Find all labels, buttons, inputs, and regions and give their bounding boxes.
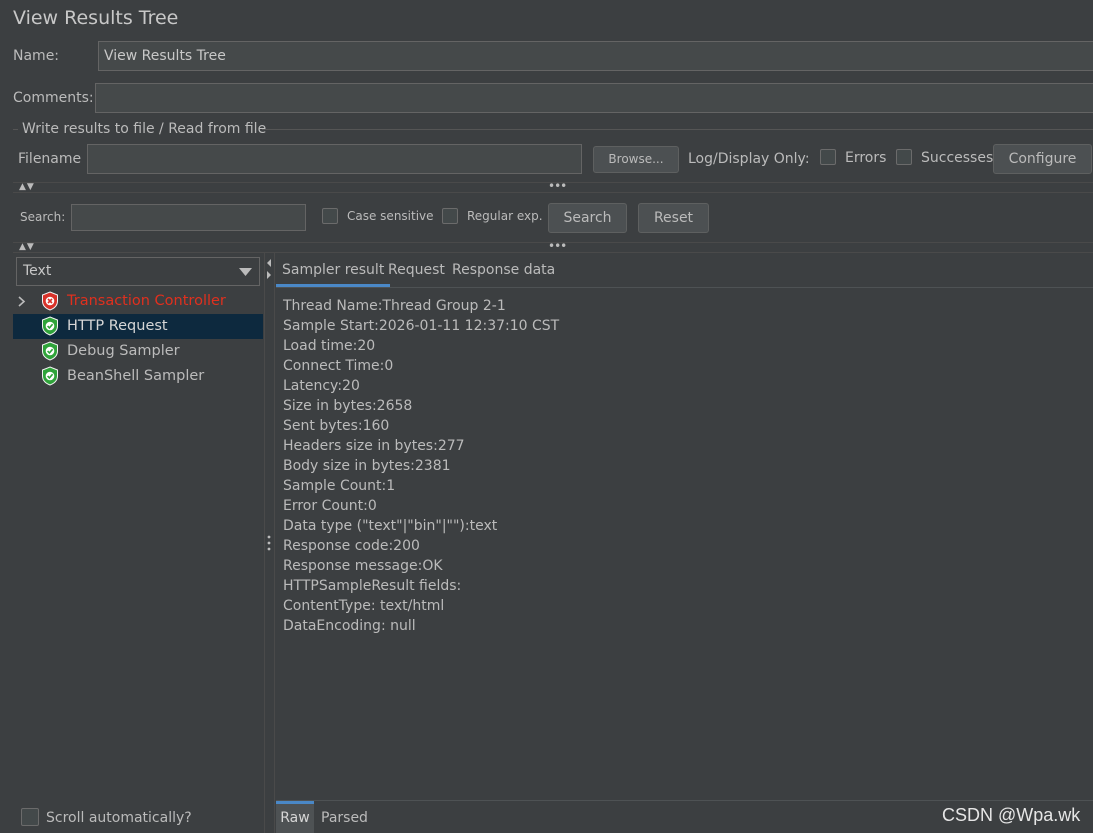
watermark: CSDN @Wpa.wk <box>942 805 1081 825</box>
result-line: Size in bytes:2658 <box>283 398 413 414</box>
errors-label: Errors <box>845 150 887 166</box>
result-line: Data type ("text"|"bin"|""):text <box>283 518 498 534</box>
regular-exp-checkbox[interactable] <box>442 208 458 224</box>
filename-label: Filename <box>18 151 82 167</box>
success-shield-icon <box>42 316 58 336</box>
file-section-legend: Write results to file / Read from file <box>22 121 267 137</box>
result-line: Response message:OK <box>283 558 443 574</box>
filename-input[interactable] <box>87 144 582 174</box>
tab-parsed[interactable]: Parsed <box>321 804 368 832</box>
bottom-tab-divider <box>276 800 1093 801</box>
tree-item-label: Transaction Controller <box>67 293 226 309</box>
success-shield-icon <box>42 341 58 361</box>
tree-item-transaction-controller[interactable]: Transaction Controller <box>13 289 263 314</box>
panel-title: View Results Tree <box>13 7 179 29</box>
collapse-arrows-icon[interactable] <box>266 258 272 280</box>
reset-button[interactable]: Reset <box>638 203 709 233</box>
tree-item-http-request[interactable]: HTTP Request <box>13 314 263 339</box>
tab-sampler-result[interactable]: Sampler result <box>276 255 391 287</box>
successes-checkbox[interactable] <box>896 149 912 165</box>
chevron-down-icon <box>239 268 252 276</box>
drag-handle-icon[interactable]: ••• <box>548 179 567 193</box>
tree-item-debug-sampler[interactable]: Debug Sampler <box>13 339 263 364</box>
result-line: Load time:20 <box>283 338 376 354</box>
expand-arrow-icon[interactable] <box>18 296 26 307</box>
drag-handle-icon[interactable] <box>267 535 271 551</box>
fieldset-border-right <box>262 129 1093 130</box>
tree-item-label: Debug Sampler <box>67 343 180 359</box>
regular-exp-label: Regular exp. <box>467 209 543 223</box>
tab-response-data[interactable]: Response data <box>446 255 561 287</box>
renderer-select[interactable]: Text <box>16 257 260 286</box>
sampler-result-text: Thread Name:Thread Group 2-1 Sample Star… <box>283 296 1083 636</box>
log-display-label: Log/Display Only: <box>688 151 810 167</box>
result-line: Sent bytes:160 <box>283 418 390 434</box>
errors-checkbox[interactable] <box>820 149 836 165</box>
tab-divider <box>276 287 1093 288</box>
tab-request[interactable]: Request <box>382 255 451 287</box>
result-line: HTTPSampleResult fields: <box>283 578 462 594</box>
name-input[interactable]: View Results Tree <box>98 41 1093 71</box>
result-line: Error Count:0 <box>283 498 377 514</box>
success-shield-icon <box>42 366 58 386</box>
successes-label: Successes <box>921 150 994 166</box>
case-sensitive-label: Case sensitive <box>347 209 434 223</box>
result-line: Sample Start:2026-01-11 12:37:10 CST <box>283 318 560 334</box>
results-tree: Transaction Controller HTTP Request Debu… <box>13 289 263 389</box>
search-button[interactable]: Search <box>548 203 627 233</box>
result-line: Response code:200 <box>283 538 420 554</box>
result-line: Sample Count:1 <box>283 478 396 494</box>
result-line: Thread Name:Thread Group 2-1 <box>283 298 506 314</box>
scroll-auto-checkbox[interactable] <box>21 808 39 826</box>
result-line: Latency:20 <box>283 378 360 394</box>
result-line: Headers size in bytes:277 <box>283 438 465 454</box>
result-line: ContentType: text/html <box>283 598 445 614</box>
collapse-arrows-icon[interactable]: ▲▼ <box>19 182 35 192</box>
scroll-auto-label: Scroll automatically? <box>46 810 192 826</box>
tree-item-label: HTTP Request <box>67 318 168 334</box>
result-line: Connect Time:0 <box>283 358 394 374</box>
configure-button[interactable]: Configure <box>993 144 1092 174</box>
comments-label: Comments: <box>13 90 94 106</box>
comments-input[interactable] <box>95 83 1093 113</box>
error-shield-icon <box>42 291 58 311</box>
tab-raw[interactable]: Raw <box>276 801 314 833</box>
result-line: Body size in bytes:2381 <box>283 458 451 474</box>
tree-item-beanshell-sampler[interactable]: BeanShell Sampler <box>13 364 263 389</box>
drag-handle-icon[interactable]: ••• <box>548 239 567 253</box>
tree-item-label: BeanShell Sampler <box>67 368 205 384</box>
collapse-arrows-icon[interactable]: ▲▼ <box>19 242 35 252</box>
renderer-select-value: Text <box>23 263 52 279</box>
fieldset-border-left <box>13 129 18 130</box>
browse-button[interactable]: Browse... <box>593 146 679 173</box>
result-line: DataEncoding: null <box>283 618 416 634</box>
search-label: Search: <box>20 210 66 224</box>
search-input[interactable] <box>71 204 306 231</box>
name-label: Name: <box>13 48 60 64</box>
case-sensitive-checkbox[interactable] <box>322 208 338 224</box>
